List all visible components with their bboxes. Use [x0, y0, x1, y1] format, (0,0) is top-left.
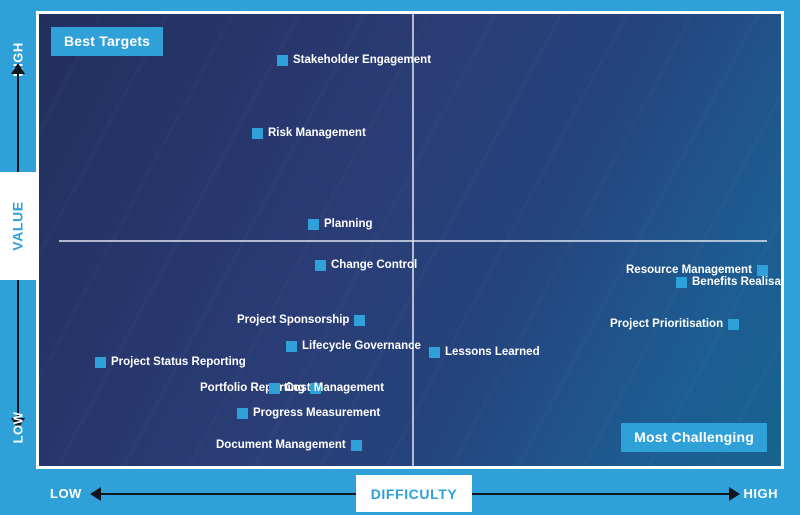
data-point-marker — [286, 341, 297, 353]
data-point-label: Document Management — [216, 439, 346, 451]
value-axis-title: VALUE — [10, 201, 27, 251]
difficulty-axis-title-chip: DIFFICULTY — [356, 475, 472, 512]
data-point-marker — [315, 260, 326, 272]
data-point-label: Risk Management — [268, 127, 366, 139]
value-axis-low-label: LOW — [10, 411, 26, 444]
data-point-marker — [429, 347, 440, 359]
data-point: Project Prioritisation — [610, 318, 740, 331]
data-point: Planning — [308, 218, 373, 231]
quadrant-tag-best-targets: Best Targets — [51, 27, 164, 56]
difficulty-axis-title: DIFFICULTY — [370, 485, 458, 502]
data-point-marker — [676, 277, 687, 289]
quadrant-divider-horizontal — [59, 240, 767, 242]
data-point-label: Resource Management — [626, 264, 752, 276]
data-point-label: Planning — [324, 218, 373, 230]
data-point-label: Cost Management — [285, 382, 385, 394]
chart-panel: Best Targets Most Challenging Stakeholde… — [36, 11, 784, 469]
value-axis-title-chip: VALUE — [0, 172, 36, 280]
data-point-marker — [269, 383, 280, 395]
data-point-marker — [728, 319, 740, 331]
data-point-marker — [756, 265, 768, 277]
data-point: Risk Management — [252, 127, 366, 140]
matrix-chart-frame: Best Targets Most Challenging Stakeholde… — [0, 0, 800, 515]
difficulty-axis-low-label: LOW — [50, 486, 82, 501]
data-point: Change Control — [315, 259, 418, 272]
data-point-marker — [252, 128, 263, 140]
data-point: Lessons Learned — [429, 346, 540, 359]
data-point-label: Benefits Realisation — [692, 276, 784, 288]
data-point-marker — [308, 219, 319, 231]
difficulty-axis-high-label: HIGH — [743, 486, 778, 501]
difficulty-axis-arrow-right-icon — [729, 487, 740, 501]
difficulty-axis-arrow-left-icon — [90, 487, 101, 501]
data-point-label: Progress Measurement — [253, 407, 381, 419]
value-axis: HIGH VALUE LOW — [0, 0, 36, 469]
data-point: Progress Measurement — [237, 407, 381, 420]
data-point-label: Lifecycle Governance — [302, 340, 421, 352]
data-point-marker — [350, 440, 362, 452]
data-point: Cost Management — [269, 382, 385, 395]
data-point-label: Project Prioritisation — [610, 318, 724, 330]
value-axis-arrow-up-icon — [11, 63, 25, 74]
data-point: Stakeholder Engagement — [277, 54, 432, 67]
data-point-label: Project Sponsorship — [237, 314, 350, 326]
data-point-label: Change Control — [331, 259, 418, 271]
difficulty-axis: LOW DIFFICULTY HIGH — [0, 469, 800, 515]
data-point-marker — [277, 55, 288, 67]
data-point-marker — [237, 408, 248, 420]
data-point-marker — [95, 357, 106, 369]
data-point-label: Project Status Reporting — [111, 356, 246, 368]
data-point: Document Management — [216, 439, 362, 452]
data-point: Project Status Reporting — [95, 356, 246, 369]
data-point-label: Stakeholder Engagement — [293, 54, 432, 66]
data-point-label: Lessons Learned — [445, 346, 540, 358]
data-point: Lifecycle Governance — [286, 340, 421, 353]
data-point: Benefits Realisation — [676, 276, 784, 289]
quadrant-tag-most-challenging: Most Challenging — [621, 423, 767, 452]
data-point: Resource Management — [626, 264, 768, 277]
data-point-marker — [354, 315, 366, 327]
data-point: Project Sponsorship — [237, 314, 366, 327]
